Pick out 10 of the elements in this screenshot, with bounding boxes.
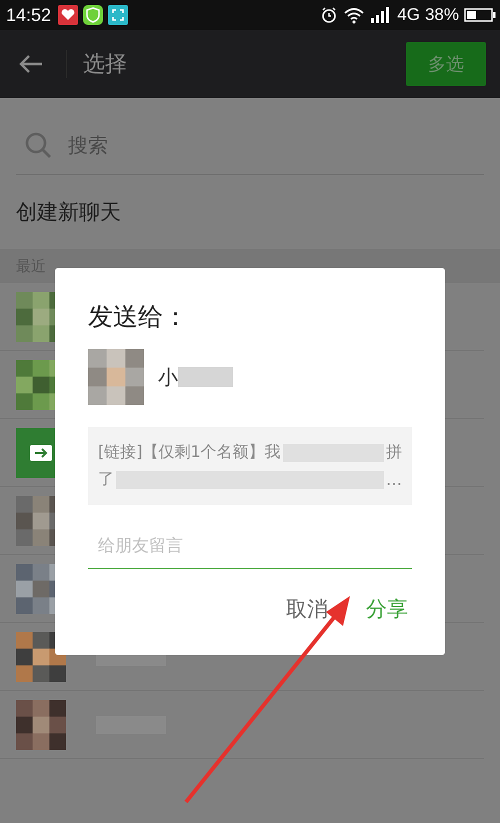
battery-percent: 38% [424,5,459,25]
preview-text: [链接]【仅剩1个名额】我 [98,442,281,463]
preview-text: … [386,470,402,489]
network-type: 4G [397,5,420,25]
preview-text: 了 [98,469,114,490]
dialog-title: 发送给： [88,301,189,333]
preview-text: 拼 [386,442,402,463]
page-title: 选择 [83,51,128,79]
recipient-name: 小 [158,364,178,390]
clock-time: 14:52 [6,4,52,26]
